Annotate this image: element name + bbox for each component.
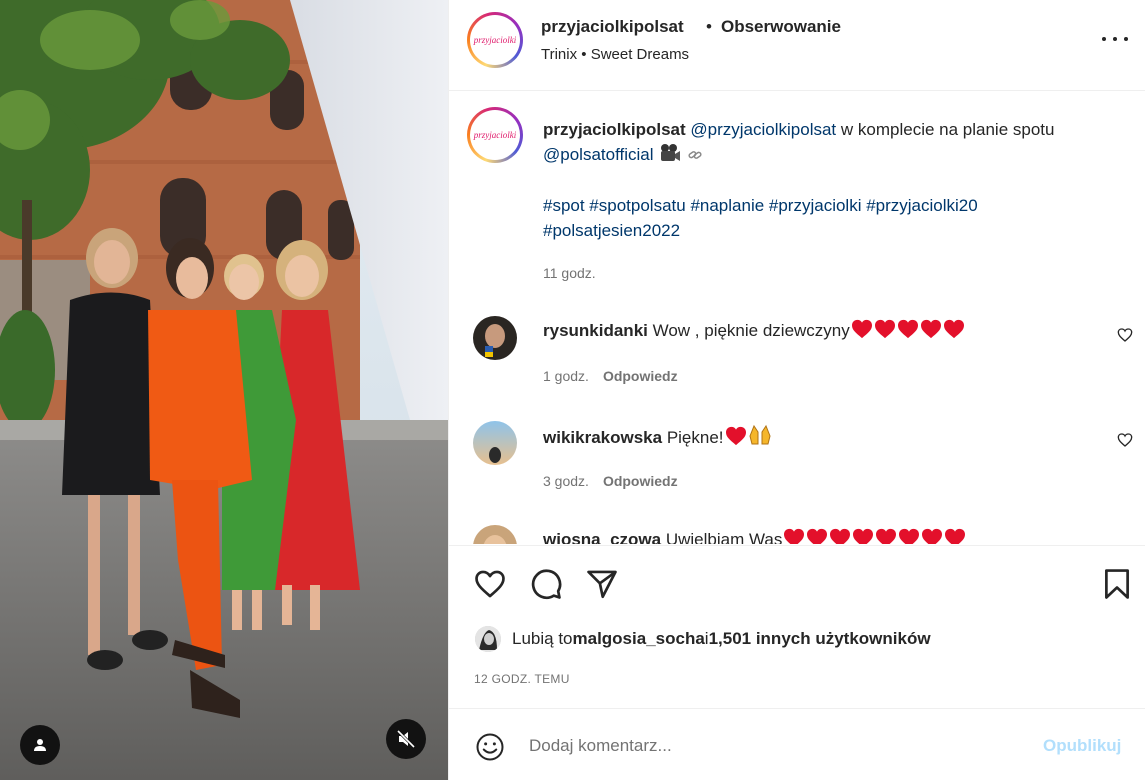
likes-summary[interactable]: Lubią to malgosia_socha i 1,501 innych u… bbox=[475, 626, 931, 652]
caption-mention-author[interactable]: @przyjaciolkipolsat bbox=[690, 120, 836, 139]
red-heart-emoji-icon bbox=[922, 528, 943, 544]
user-icon bbox=[34, 739, 46, 751]
add-comment-bar: Opublikuj bbox=[449, 708, 1145, 780]
red-heart-emoji-icon bbox=[920, 319, 941, 339]
red-heart-emoji-icon bbox=[807, 528, 828, 544]
comment-username[interactable]: rysunkidanki bbox=[543, 321, 648, 340]
post-actions: Lubią to malgosia_socha i 1,501 innych u… bbox=[449, 545, 1145, 707]
commenter-avatar[interactable] bbox=[473, 525, 517, 544]
raising-hands-emoji-icon bbox=[748, 424, 771, 445]
following-button[interactable]: Obserwowanie bbox=[721, 17, 841, 37]
comment-item: wikikrakowska Piękne! 3 godz. Odpowiedz bbox=[449, 421, 1145, 525]
mute-button[interactable] bbox=[386, 719, 426, 759]
comment-item: rysunkidanki Wow , pięknie dziewczyny 1 … bbox=[449, 316, 1145, 420]
red-heart-emoji-icon bbox=[943, 319, 964, 339]
like-comment-heart-icon[interactable] bbox=[1117, 327, 1133, 343]
comments-list[interactable]: przyjaciolki przyjaciolkipolsat @przyjac… bbox=[449, 92, 1145, 544]
red-heart-emoji-icon bbox=[853, 528, 874, 544]
red-heart-emoji-icon bbox=[830, 528, 851, 544]
comment-time[interactable]: 3 godz. bbox=[543, 473, 589, 489]
post-header: przyjaciolki przyjaciolkipolsat • Obserw… bbox=[449, 0, 1145, 91]
commenter-avatar[interactable] bbox=[473, 316, 517, 360]
publish-button[interactable]: Opublikuj bbox=[1043, 736, 1121, 756]
caption-mention-polsat[interactable]: @polsatofficial bbox=[543, 145, 654, 164]
tagged-users-button[interactable] bbox=[20, 725, 60, 765]
comment-meta: 3 godz. Odpowiedz bbox=[543, 473, 678, 489]
audio-track-link[interactable]: Trinix • Sweet Dreams bbox=[541, 46, 689, 63]
red-heart-emoji-icon bbox=[899, 528, 920, 544]
like-heart-icon[interactable] bbox=[473, 567, 507, 601]
red-heart-emoji-icon bbox=[897, 319, 918, 339]
more-icon bbox=[1102, 37, 1106, 41]
post-timestamp[interactable]: 12 GODZ. TEMU bbox=[474, 672, 570, 686]
red-heart-emoji-icon bbox=[851, 319, 872, 339]
movie-camera-emoji-icon bbox=[661, 144, 681, 161]
caption-timestamp[interactable]: 11 godz. bbox=[543, 265, 596, 281]
save-bookmark-icon[interactable] bbox=[1100, 567, 1134, 601]
liker-avatar[interactable] bbox=[475, 626, 501, 652]
caption-avatar[interactable]: przyjaciolki bbox=[467, 107, 523, 163]
caption-text: przyjaciolkipolsat @przyjaciolkipolsat w… bbox=[543, 120, 1055, 164]
heart-emoji-icons bbox=[782, 528, 966, 544]
comment-text: wiosna_czowa Uwielbiam Was bbox=[543, 528, 966, 544]
caption-hashtags[interactable]: #spot #spotpolsatu #naplanie #przyjaciol… bbox=[543, 193, 1083, 243]
author-avatar[interactable]: przyjaciolki bbox=[467, 12, 523, 68]
emoji-smile-icon[interactable] bbox=[475, 732, 505, 762]
red-heart-emoji-icon bbox=[725, 426, 746, 446]
comment-text: wikikrakowska Piękne! bbox=[543, 424, 772, 448]
commenter-avatar[interactable] bbox=[473, 421, 517, 465]
post-video[interactable] bbox=[0, 0, 448, 780]
reply-button[interactable]: Odpowiedz bbox=[603, 473, 678, 489]
avatar-logo: przyjaciolki bbox=[473, 35, 517, 45]
post-dialog: przyjaciolki przyjaciolkipolsat • Obserw… bbox=[0, 0, 1145, 780]
comment-username[interactable]: wiosna_czowa bbox=[543, 530, 661, 544]
liker-username[interactable]: malgosia_socha bbox=[573, 629, 705, 649]
caption-username[interactable]: przyjaciolkipolsat bbox=[543, 120, 686, 139]
link-emoji-icon bbox=[688, 151, 702, 159]
reply-button[interactable]: Odpowiedz bbox=[603, 368, 678, 384]
comment-input[interactable] bbox=[529, 733, 1029, 759]
author-username[interactable]: przyjaciolkipolsat bbox=[541, 17, 684, 37]
comment-text: rysunkidanki Wow , pięknie dziewczyny bbox=[543, 319, 965, 341]
more-options-button[interactable] bbox=[1102, 26, 1128, 52]
video-frame bbox=[0, 0, 448, 780]
like-comment-heart-icon[interactable] bbox=[1117, 432, 1133, 448]
share-paper-plane-icon[interactable] bbox=[585, 567, 619, 601]
comment-username[interactable]: wikikrakowska bbox=[543, 428, 662, 447]
likes-count[interactable]: 1,501 innych użytkowników bbox=[709, 629, 931, 649]
red-heart-emoji-icon bbox=[874, 319, 895, 339]
header-separator: • bbox=[706, 17, 712, 36]
red-heart-emoji-icon bbox=[876, 528, 897, 544]
comment-time[interactable]: 1 godz. bbox=[543, 368, 589, 384]
red-heart-emoji-icon bbox=[945, 528, 966, 544]
comment-item: wiosna_czowa Uwielbiam Was bbox=[449, 525, 1145, 544]
muted-speaker-icon bbox=[396, 729, 416, 749]
comment-bubble-icon[interactable] bbox=[529, 567, 563, 601]
post-details-panel: przyjaciolki przyjaciolkipolsat • Obserw… bbox=[448, 0, 1145, 780]
red-heart-emoji-icon bbox=[784, 528, 805, 544]
comment-meta: 1 godz. Odpowiedz bbox=[543, 368, 678, 384]
heart-emoji-icons bbox=[850, 319, 965, 340]
